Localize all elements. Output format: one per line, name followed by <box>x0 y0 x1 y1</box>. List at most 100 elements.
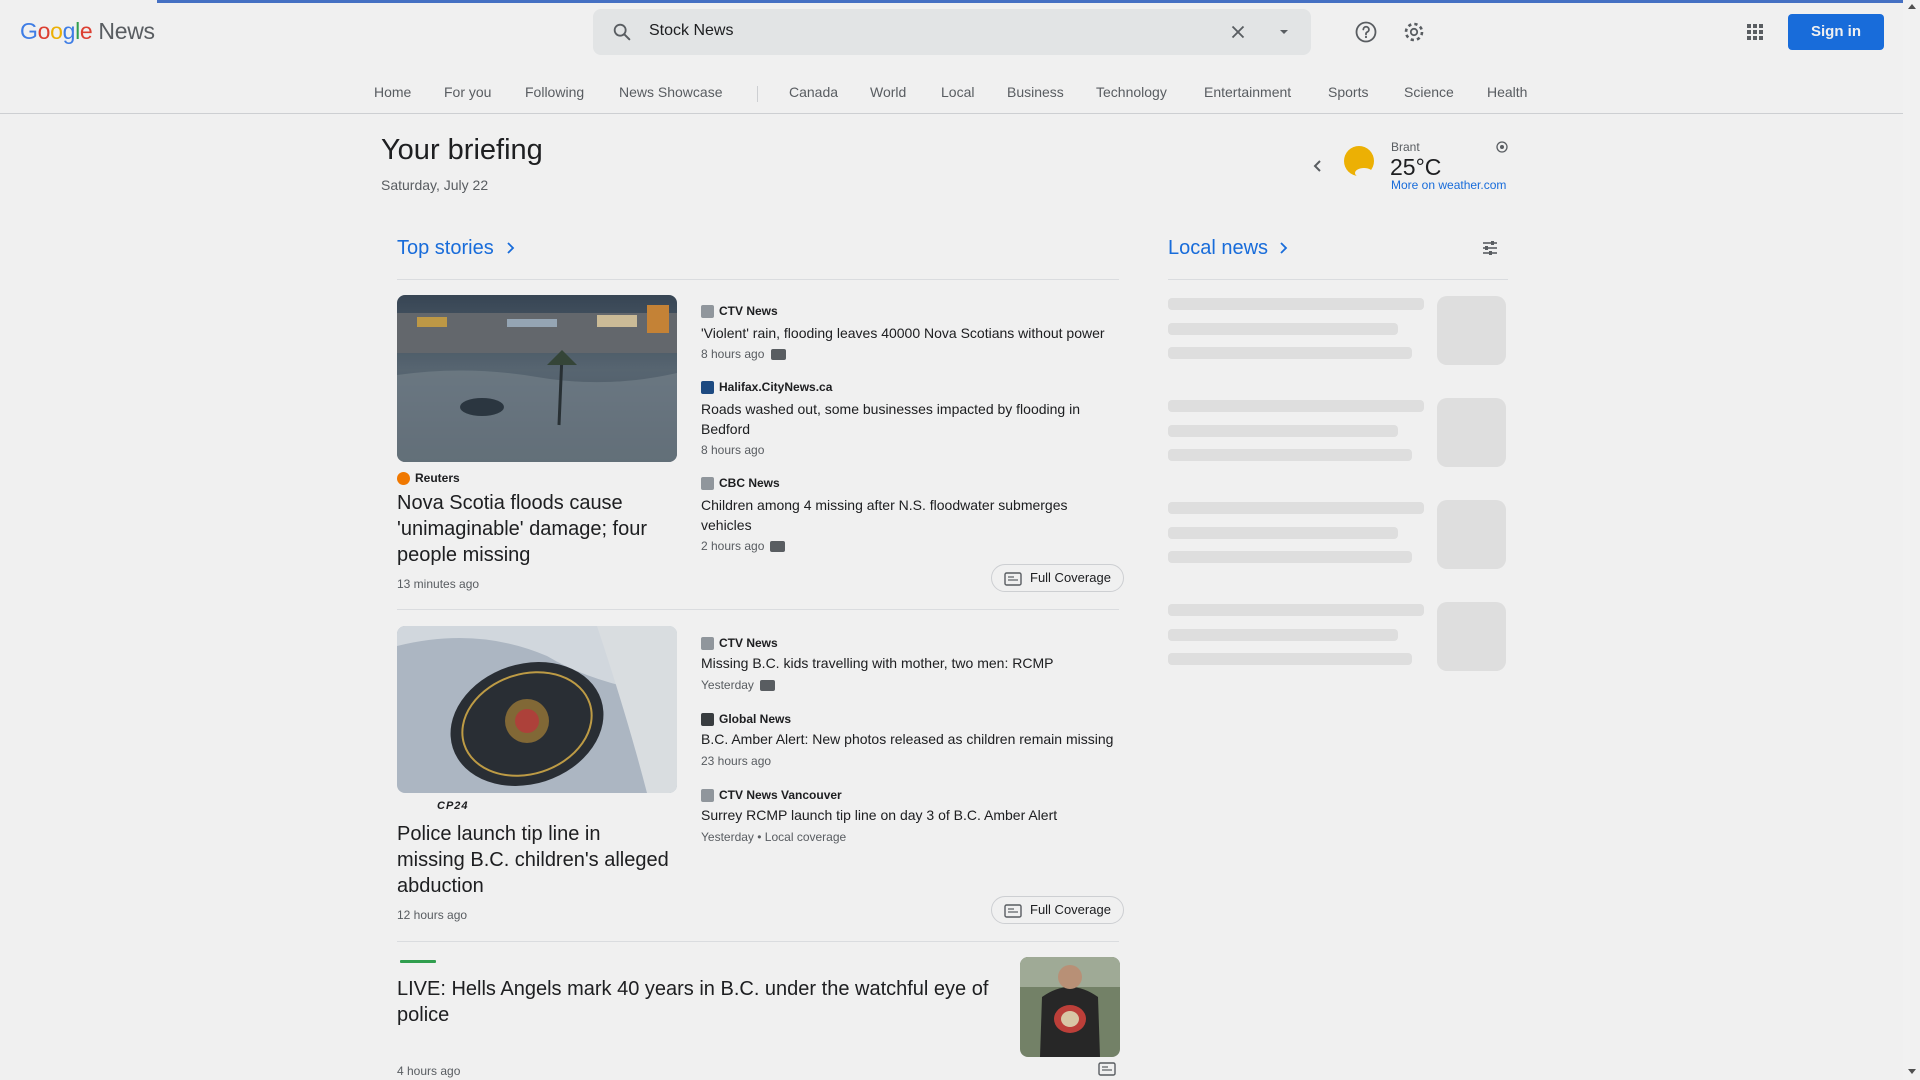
skeleton-line <box>1168 347 1412 359</box>
search-input[interactable]: Stock News <box>649 22 733 40</box>
tune-filter-icon[interactable] <box>1480 238 1500 258</box>
weather-sunny-icon <box>1344 146 1374 178</box>
nav-business[interactable]: Business <box>1007 84 1064 100</box>
skeleton-line <box>1168 298 1424 310</box>
full-coverage-button[interactable]: Full Coverage <box>991 564 1124 592</box>
story-headline[interactable]: Nova Scotia floods cause 'unimaginable' … <box>397 490 672 568</box>
story-image-rcmp[interactable] <box>397 626 677 793</box>
nav-canada[interactable]: Canada <box>789 84 838 100</box>
top-header: Google News Stock News Sign in <box>0 0 1920 64</box>
full-coverage-button[interactable]: Full Coverage <box>991 896 1124 924</box>
scroll-down-arrow-icon[interactable] <box>1908 1069 1916 1074</box>
story-source[interactable]: Reuters <box>415 471 460 485</box>
nav-technology[interactable]: Technology <box>1096 84 1167 100</box>
nav-sports[interactable]: Sports <box>1328 84 1368 100</box>
local-news-heading[interactable]: Local news <box>1168 237 1268 260</box>
skeleton-line <box>1168 400 1424 412</box>
related-headline[interactable]: Children among 4 missing after N.S. floo… <box>701 495 1121 535</box>
full-coverage-icon <box>1004 571 1022 586</box>
logo-letter: g <box>62 18 76 44</box>
nav-following[interactable]: Following <box>525 84 584 100</box>
skeleton-line <box>1168 551 1412 563</box>
location-pin-icon[interactable] <box>1495 140 1509 154</box>
skeleton-thumbnail <box>1437 602 1506 671</box>
flood-photo <box>397 295 677 462</box>
story-headline[interactable]: LIVE: Hells Angels mark 40 years in B.C.… <box>397 976 997 1028</box>
story-image-hells-angels[interactable] <box>1020 957 1120 1057</box>
logo-letter: o <box>37 18 51 44</box>
help-icon[interactable] <box>1354 20 1378 44</box>
logo-letter: G <box>20 18 38 44</box>
chevron-right-icon[interactable] <box>1276 241 1290 255</box>
full-coverage-label: Full Coverage <box>1030 902 1111 917</box>
vertical-scrollbar[interactable] <box>1903 0 1920 1080</box>
ctv-vancouver-logo-icon <box>701 789 714 802</box>
nav-science[interactable]: Science <box>1404 84 1454 100</box>
divider <box>397 609 1119 610</box>
story-source[interactable]: CTV News <box>719 304 778 318</box>
story-source[interactable]: CTV News <box>719 636 778 650</box>
story-source[interactable]: CP24 <box>437 800 469 812</box>
story-time: 23 hours ago <box>701 754 772 768</box>
skeleton-line <box>1168 323 1398 335</box>
weather-more-link[interactable]: More on weather.com <box>1391 178 1506 192</box>
divider <box>397 941 1119 942</box>
logo-letter: e <box>79 18 93 44</box>
full-coverage-label: Full Coverage <box>1030 570 1111 585</box>
nav-divider <box>757 86 758 102</box>
related-headline[interactable]: 'Violent' rain, flooding leaves 40000 No… <box>701 323 1121 343</box>
dropdown-arrow-icon[interactable] <box>1275 23 1293 41</box>
source-logo-strip <box>400 960 436 963</box>
topic-navigation: Home For you Following News Showcase Can… <box>0 64 1920 114</box>
search-icon[interactable] <box>611 21 633 43</box>
story-image-flood[interactable] <box>397 295 677 462</box>
nav-home[interactable]: Home <box>374 84 411 100</box>
ctv-logo-icon <box>701 637 714 650</box>
story-time: 4 hours ago <box>397 1064 461 1078</box>
logo-letter: o <box>50 18 63 44</box>
search-box[interactable]: Stock News <box>593 9 1311 55</box>
related-headline[interactable]: Roads washed out, some businesses impact… <box>701 399 1121 439</box>
nav-news-showcase[interactable]: News Showcase <box>619 84 723 100</box>
nav-entertainment[interactable]: Entertainment <box>1204 84 1291 100</box>
video-icon <box>770 541 785 552</box>
story-headline[interactable]: Police launch tip line in missing B.C. c… <box>397 821 672 899</box>
full-coverage-icon <box>1004 903 1022 918</box>
story-source[interactable]: CTV News Vancouver <box>719 788 842 802</box>
gear-icon[interactable] <box>1402 20 1426 44</box>
chevron-left-icon[interactable] <box>1308 156 1328 176</box>
briefing-date: Saturday, July 22 <box>381 177 489 193</box>
nav-health[interactable]: Health <box>1487 84 1527 100</box>
scroll-up-arrow-icon[interactable] <box>1908 4 1916 9</box>
top-stories-heading[interactable]: Top stories <box>397 237 494 260</box>
related-headline[interactable]: Missing B.C. kids travelling with mother… <box>701 653 1121 673</box>
story-time: 8 hours ago <box>701 443 765 457</box>
chevron-right-icon[interactable] <box>503 241 517 255</box>
story-time: 8 hours ago <box>701 347 765 361</box>
video-icon <box>771 349 786 360</box>
google-news-logo[interactable]: Google News <box>20 18 155 45</box>
nav-local[interactable]: Local <box>941 84 974 100</box>
page-title: Your briefing <box>381 134 543 166</box>
story-source[interactable]: CBC News <box>719 476 780 490</box>
full-coverage-icon[interactable] <box>1098 1062 1116 1076</box>
related-headline[interactable]: B.C. Amber Alert: New photos released as… <box>701 729 1121 749</box>
skeleton-thumbnail <box>1437 398 1506 467</box>
nav-world[interactable]: World <box>870 84 906 100</box>
story-source[interactable]: Global News <box>719 712 791 726</box>
story-time: 13 minutes ago <box>397 577 480 591</box>
apps-grid-icon[interactable] <box>1743 20 1767 44</box>
sign-in-button[interactable]: Sign in <box>1788 14 1884 50</box>
weather-temperature: 25°C <box>1390 154 1442 180</box>
story-source[interactable]: Halifax.CityNews.ca <box>719 380 832 394</box>
skeleton-thumbnail <box>1437 296 1506 365</box>
nav-for-you[interactable]: For you <box>444 84 491 100</box>
reuters-logo-icon <box>397 472 410 485</box>
close-icon[interactable] <box>1227 21 1249 43</box>
story-time: 2 hours ago <box>701 539 765 553</box>
skeleton-line <box>1168 653 1412 665</box>
skeleton-line <box>1168 502 1424 514</box>
rcmp-badge-photo <box>397 626 677 793</box>
related-headline[interactable]: Surrey RCMP launch tip line on day 3 of … <box>701 805 1121 825</box>
divider <box>397 279 1119 280</box>
